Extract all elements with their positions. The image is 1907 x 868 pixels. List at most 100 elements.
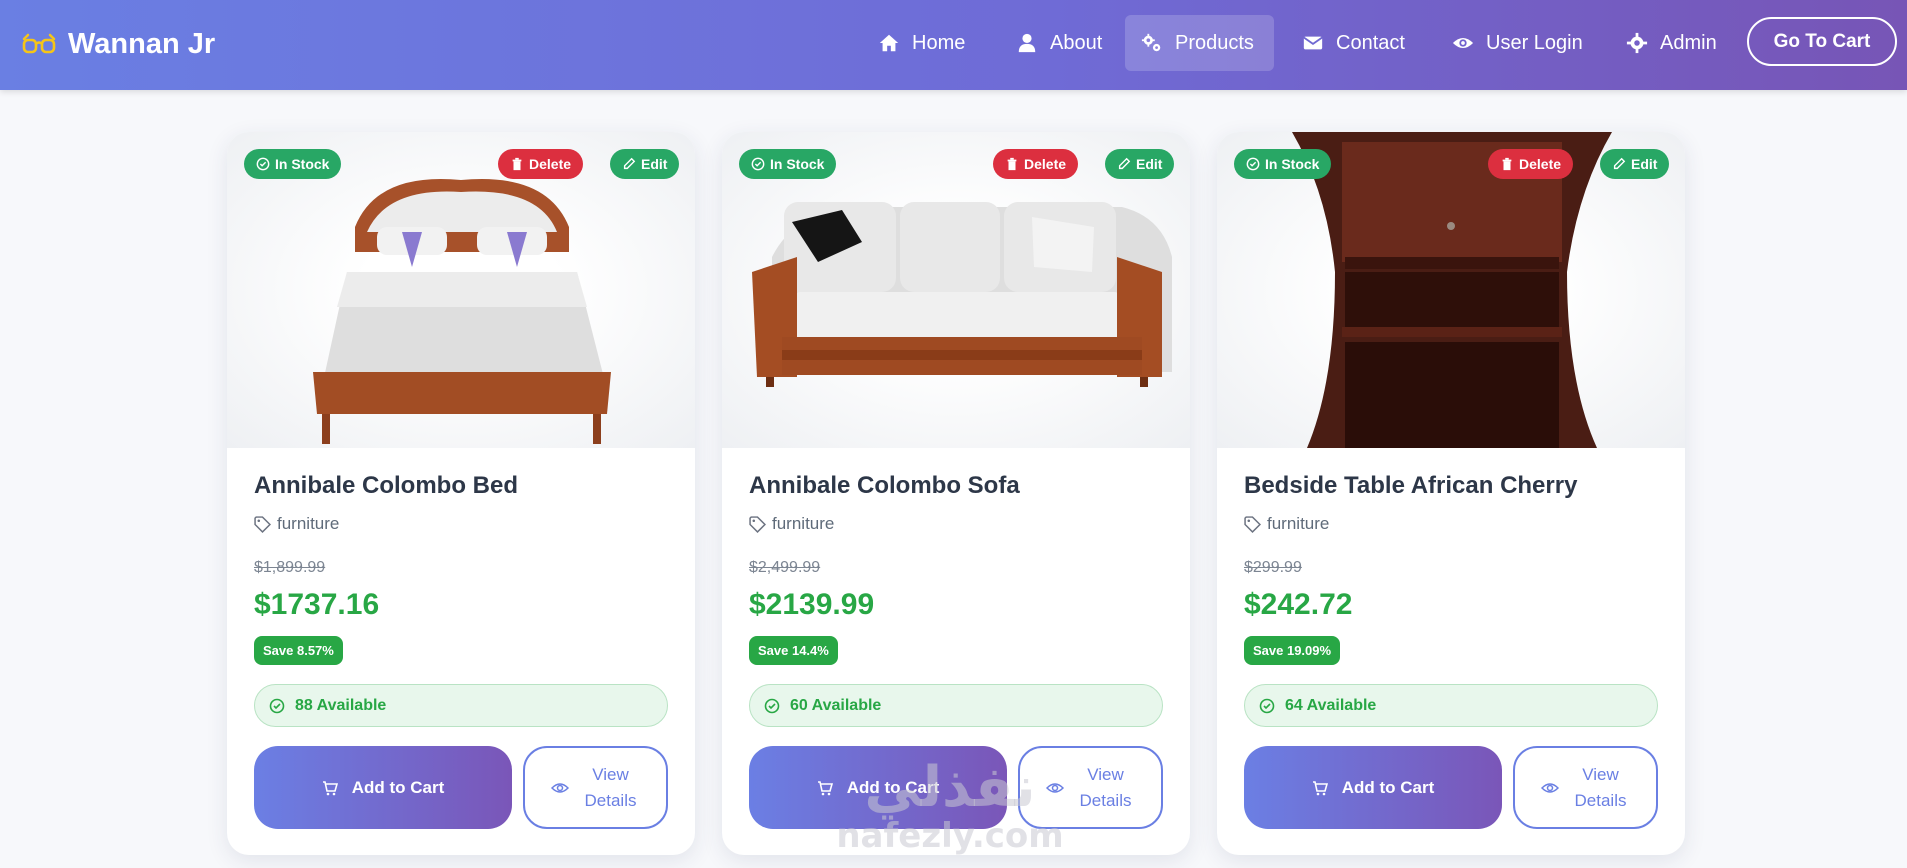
product-card: In Stock Delete Edit Annibale Colombo So… <box>722 132 1190 855</box>
view-details-button[interactable]: View Details <box>1018 746 1163 829</box>
bed-image <box>313 178 611 444</box>
cart-icon <box>1312 780 1328 795</box>
check-circle-icon <box>269 698 285 713</box>
gears-icon <box>1141 33 1161 52</box>
tag-icon <box>254 515 271 533</box>
pencil-icon <box>623 157 636 170</box>
eye-icon <box>1540 782 1559 793</box>
availability-label: 88 Available <box>295 696 387 714</box>
nav-products[interactable]: Products <box>1125 15 1274 71</box>
availability-indicator: 60 Available <box>749 684 1163 727</box>
brand-name: Wannan Jr <box>68 27 216 60</box>
view-details-button[interactable]: View Details <box>523 746 668 829</box>
product-image-bedside-table[interactable] <box>1217 132 1685 448</box>
product-category: furniture <box>1244 514 1329 534</box>
product-card: In Stock Delete Edit Bedside Table Afric… <box>1217 132 1685 855</box>
user-icon <box>1018 33 1036 53</box>
product-title[interactable]: Annibale Colombo Sofa <box>749 472 1020 500</box>
category-label: furniture <box>1267 514 1330 533</box>
trash-icon <box>1502 157 1512 171</box>
check-circle-icon <box>1259 698 1275 713</box>
check-circle-icon <box>764 698 780 713</box>
add-to-cart-button[interactable]: Add to Cart <box>254 746 512 829</box>
tag-icon <box>1244 515 1261 533</box>
add-to-cart-label: Add to Cart <box>846 777 940 797</box>
category-label: furniture <box>277 514 340 533</box>
nav-products-label: Products <box>1175 31 1254 54</box>
trash-icon <box>1007 157 1017 171</box>
add-to-cart-label: Add to Cart <box>351 777 445 797</box>
product-category: furniture <box>254 514 339 534</box>
in-stock-badge: In Stock <box>739 149 837 179</box>
nav-about[interactable]: About <box>1000 15 1118 71</box>
pencil-icon <box>1118 157 1131 170</box>
product-category: furniture <box>749 514 834 534</box>
delete-button[interactable]: Delete <box>1488 149 1574 179</box>
view-details-label: View Details <box>1574 764 1627 810</box>
delete-label: Delete <box>529 156 572 172</box>
check-circle-icon <box>751 157 765 171</box>
nav-user-login-label: User Login <box>1486 31 1583 54</box>
sale-price: $242.72 <box>1244 588 1353 621</box>
delete-label: Delete <box>1024 156 1067 172</box>
edit-label: Edit <box>1631 156 1658 172</box>
bedside-table-image <box>1292 132 1612 448</box>
view-details-label: View Details <box>584 764 637 810</box>
edit-label: Edit <box>641 156 668 172</box>
in-stock-label: In Stock <box>1265 156 1320 172</box>
add-to-cart-button[interactable]: Add to Cart <box>1244 746 1502 829</box>
original-price: $299.99 <box>1244 559 1302 576</box>
edit-button[interactable]: Edit <box>610 149 680 179</box>
nav-contact[interactable]: Contact <box>1286 15 1421 71</box>
availability-label: 60 Available <box>790 696 882 714</box>
eye-icon <box>1452 37 1474 49</box>
add-to-cart-button[interactable]: Add to Cart <box>749 746 1007 829</box>
nav-about-label: About <box>1050 31 1103 54</box>
nav-home-label: Home <box>912 31 966 54</box>
nav-admin[interactable]: Admin <box>1610 15 1733 71</box>
navbar: Wannan Jr Home About Products Contact Us… <box>0 0 1907 90</box>
product-title[interactable]: Bedside Table African Cherry <box>1244 472 1577 500</box>
delete-label: Delete <box>1519 156 1562 172</box>
in-stock-badge: In Stock <box>244 149 342 179</box>
delete-button[interactable]: Delete <box>993 149 1079 179</box>
original-price: $2,499.99 <box>749 559 821 576</box>
gear-icon <box>1626 32 1648 54</box>
category-label: furniture <box>772 514 835 533</box>
sofa-image <box>752 202 1172 387</box>
envelope-icon <box>1303 36 1323 50</box>
original-price: $1,899.99 <box>254 559 326 576</box>
discount-badge: Save 14.4% <box>749 636 838 665</box>
in-stock-label: In Stock <box>275 156 330 172</box>
edit-button[interactable]: Edit <box>1105 149 1175 179</box>
check-circle-icon <box>256 157 270 171</box>
product-image-sofa[interactable] <box>722 132 1190 448</box>
availability-label: 64 Available <box>1285 696 1377 714</box>
eye-icon <box>1045 782 1064 793</box>
edit-label: Edit <box>1136 156 1163 172</box>
nav-admin-label: Admin <box>1660 31 1717 54</box>
tag-icon <box>749 515 766 533</box>
sale-price: $2139.99 <box>749 588 875 621</box>
view-details-button[interactable]: View Details <box>1513 746 1658 829</box>
check-circle-icon <box>1246 157 1260 171</box>
add-to-cart-label: Add to Cart <box>1341 777 1435 797</box>
brand[interactable]: Wannan Jr <box>22 24 215 64</box>
discount-badge: Save 19.09% <box>1244 636 1341 665</box>
cart-icon <box>817 780 833 795</box>
delete-button[interactable]: Delete <box>498 149 584 179</box>
nav-user-login[interactable]: User Login <box>1436 15 1599 71</box>
nav-contact-label: Contact <box>1336 31 1405 54</box>
nav-home[interactable]: Home <box>862 15 981 71</box>
product-image-bed[interactable] <box>227 132 695 448</box>
home-icon <box>879 34 899 52</box>
availability-indicator: 64 Available <box>1244 684 1658 727</box>
product-title[interactable]: Annibale Colombo Bed <box>254 472 518 500</box>
cart-icon <box>322 780 338 795</box>
discount-badge: Save 8.57% <box>254 636 343 665</box>
edit-button[interactable]: Edit <box>1600 149 1670 179</box>
glasses-icon <box>22 33 56 54</box>
sale-price: $1737.16 <box>254 588 380 621</box>
go-to-cart-button[interactable]: Go To Cart <box>1747 17 1897 66</box>
trash-icon <box>512 157 522 171</box>
